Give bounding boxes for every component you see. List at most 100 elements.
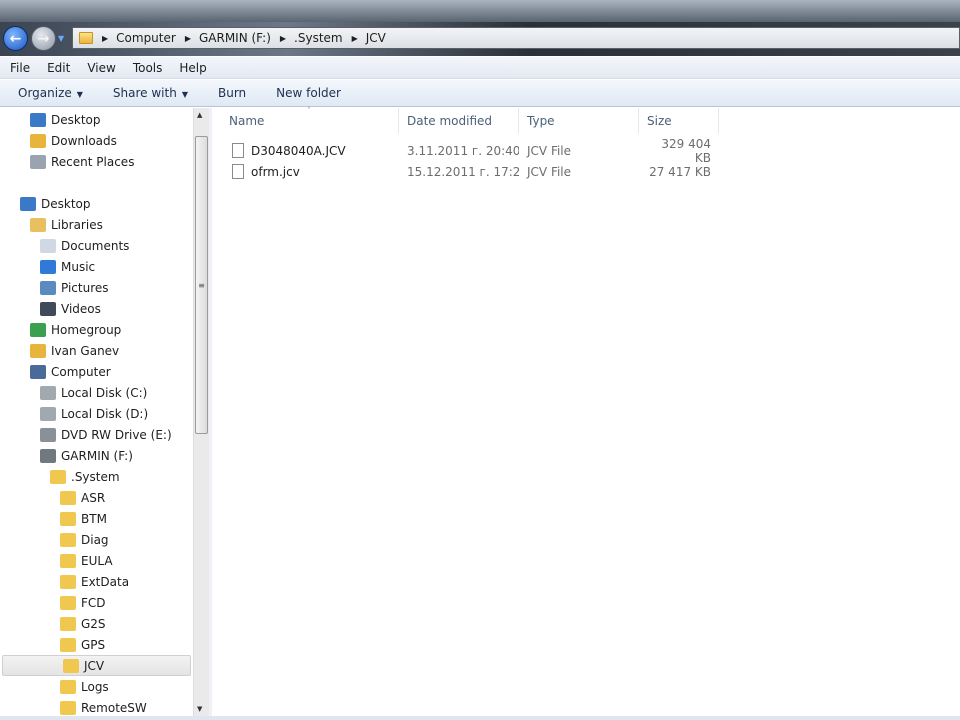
breadcrumb-system[interactable]: .System bbox=[294, 31, 343, 45]
share-with-button[interactable]: Share with ▼ bbox=[113, 86, 188, 100]
recent-pages-dropdown[interactable]: ▼ bbox=[58, 34, 64, 43]
nav-item-computer[interactable]: Computer bbox=[0, 361, 193, 382]
nav-item-label: Ivan Ganev bbox=[51, 343, 120, 358]
nav-item-dvd-rw-drive-e[interactable]: DVD RW Drive (E:) bbox=[0, 424, 193, 445]
column-headers: Name ˄ Date modified Type Size bbox=[212, 106, 960, 134]
folder-icon bbox=[60, 679, 76, 694]
nav-item-label: ASR bbox=[81, 490, 106, 505]
nav-item-documents[interactable]: Documents bbox=[0, 235, 193, 256]
column-name[interactable]: Name ˄ bbox=[212, 106, 399, 134]
nav-item-g2s[interactable]: G2S bbox=[0, 613, 193, 634]
column-name-label: Name bbox=[229, 114, 265, 128]
nav-item-label: Local Disk (C:) bbox=[61, 385, 148, 400]
folder-icon bbox=[60, 574, 76, 589]
nav-item-eula[interactable]: EULA bbox=[0, 550, 193, 571]
menu-file[interactable]: File bbox=[0, 61, 37, 75]
menu-help[interactable]: Help bbox=[169, 61, 213, 75]
folder-icon bbox=[79, 32, 93, 44]
folder-icon bbox=[60, 511, 76, 526]
file-row[interactable]: D3048040A.JCV 3.11.2011 г. 20:40 ч. JCV … bbox=[212, 137, 719, 165]
music-icon bbox=[40, 259, 56, 274]
column-type[interactable]: Type bbox=[519, 108, 639, 134]
nav-item-pictures[interactable]: Pictures bbox=[0, 277, 193, 298]
chevron-right-icon[interactable]: ▶ bbox=[280, 34, 286, 43]
nav-item-libraries[interactable]: Libraries bbox=[0, 214, 193, 235]
nav-item-gps[interactable]: GPS bbox=[0, 634, 193, 655]
scrollbar-thumb[interactable]: ≡ bbox=[195, 136, 208, 434]
videos-icon bbox=[40, 301, 56, 316]
menu-tools[interactable]: Tools bbox=[123, 61, 170, 75]
dropdown-arrow-icon: ▼ bbox=[181, 90, 188, 99]
forward-button[interactable]: → bbox=[31, 26, 56, 51]
column-date-modified[interactable]: Date modified bbox=[399, 108, 519, 134]
libraries-icon bbox=[30, 217, 46, 232]
pictures-icon bbox=[40, 280, 56, 295]
scroll-up-icon[interactable]: ▲ bbox=[197, 111, 202, 119]
nav-item-label: EULA bbox=[81, 553, 113, 568]
nav-item-label: .System bbox=[71, 469, 120, 484]
organize-button[interactable]: Organize ▼ bbox=[18, 86, 83, 100]
nav-item-downloads[interactable]: Downloads bbox=[0, 130, 193, 151]
new-folder-button[interactable]: New folder bbox=[276, 86, 341, 100]
status-strip bbox=[0, 716, 960, 720]
column-size[interactable]: Size bbox=[639, 108, 719, 134]
menu-bar: File Edit View Tools Help bbox=[0, 57, 960, 79]
nav-item-remotesw[interactable]: RemoteSW bbox=[0, 697, 193, 718]
nav-item-local-disk-c[interactable]: Local Disk (C:) bbox=[0, 382, 193, 403]
nav-item-label: FCD bbox=[81, 595, 106, 610]
nav-item-music[interactable]: Music bbox=[0, 256, 193, 277]
nav-item-homegroup[interactable]: Homegroup bbox=[0, 319, 193, 340]
nav-item-ivan-ganev[interactable]: Ivan Ganev bbox=[0, 340, 193, 361]
nav-item-videos[interactable]: Videos bbox=[0, 298, 193, 319]
menu-view[interactable]: View bbox=[77, 61, 122, 75]
file-type: JCV File bbox=[527, 164, 572, 179]
file-icon bbox=[232, 164, 244, 179]
nav-item-extdata[interactable]: ExtData bbox=[0, 571, 193, 592]
chevron-right-icon[interactable]: ▶ bbox=[102, 34, 108, 43]
chevron-right-icon[interactable]: ▶ bbox=[185, 34, 191, 43]
burn-button[interactable]: Burn bbox=[218, 86, 246, 100]
navigation-scrollbar[interactable]: ▲ ≡ ▼ bbox=[193, 108, 209, 716]
menu-edit[interactable]: Edit bbox=[37, 61, 77, 75]
nav-item-label: ExtData bbox=[81, 574, 130, 589]
nav-item-diag[interactable]: Diag bbox=[0, 529, 193, 550]
nav-item-system[interactable]: .System bbox=[0, 466, 193, 487]
breadcrumb-computer[interactable]: Computer bbox=[116, 31, 176, 45]
file-row[interactable]: ofrm.jcv 15.12.2011 г. 17:20... JCV File… bbox=[212, 161, 719, 182]
chevron-right-icon[interactable]: ▶ bbox=[352, 34, 358, 43]
nav-item-fcd[interactable]: FCD bbox=[0, 592, 193, 613]
nav-item-label: Desktop bbox=[51, 112, 101, 127]
folder-icon bbox=[60, 532, 76, 547]
address-bar[interactable]: ▶ Computer ▶ GARMIN (F:) ▶ .System ▶ JCV bbox=[72, 27, 960, 49]
nav-item-garmin-f[interactable]: GARMIN (F:) bbox=[0, 445, 193, 466]
drive-icon bbox=[40, 385, 56, 400]
nav-item-jcv[interactable]: JCV bbox=[2, 655, 191, 676]
nav-item-desktop[interactable]: Desktop bbox=[0, 109, 193, 130]
file-date: 3.11.2011 г. 20:40 ч. bbox=[407, 143, 519, 158]
nav-item-label: Desktop bbox=[41, 196, 91, 211]
nav-item-desktop[interactable]: Desktop bbox=[0, 193, 193, 214]
breadcrumb-jcv[interactable]: JCV bbox=[366, 31, 386, 45]
sort-ascending-icon: ˄ bbox=[307, 106, 311, 115]
file-name: D3048040A.JCV bbox=[251, 143, 346, 158]
drive-icon bbox=[40, 406, 56, 421]
breadcrumb-garmin[interactable]: GARMIN (F:) bbox=[199, 31, 271, 45]
nav-item-label: GARMIN (F:) bbox=[61, 448, 133, 463]
nav-item-asr[interactable]: ASR bbox=[0, 487, 193, 508]
folder-icon bbox=[60, 637, 76, 652]
scroll-down-icon[interactable]: ▼ bbox=[197, 705, 202, 713]
nav-item-label: G2S bbox=[81, 616, 106, 631]
nav-item-label: GPS bbox=[81, 637, 106, 652]
nav-item-logs[interactable]: Logs bbox=[0, 676, 193, 697]
folder-icon bbox=[63, 658, 79, 673]
nav-item-label: Downloads bbox=[51, 133, 117, 148]
folder-icon bbox=[60, 616, 76, 631]
nav-item-recent-places[interactable]: Recent Places bbox=[0, 151, 193, 172]
nav-item-label: Pictures bbox=[61, 280, 109, 295]
back-button[interactable]: ← bbox=[3, 26, 28, 51]
nav-item-local-disk-d[interactable]: Local Disk (D:) bbox=[0, 403, 193, 424]
nav-item-btm[interactable]: BTM bbox=[0, 508, 193, 529]
desktop-icon bbox=[20, 196, 36, 211]
nav-item-label: Music bbox=[61, 259, 96, 274]
nav-item-label: Documents bbox=[61, 238, 130, 253]
